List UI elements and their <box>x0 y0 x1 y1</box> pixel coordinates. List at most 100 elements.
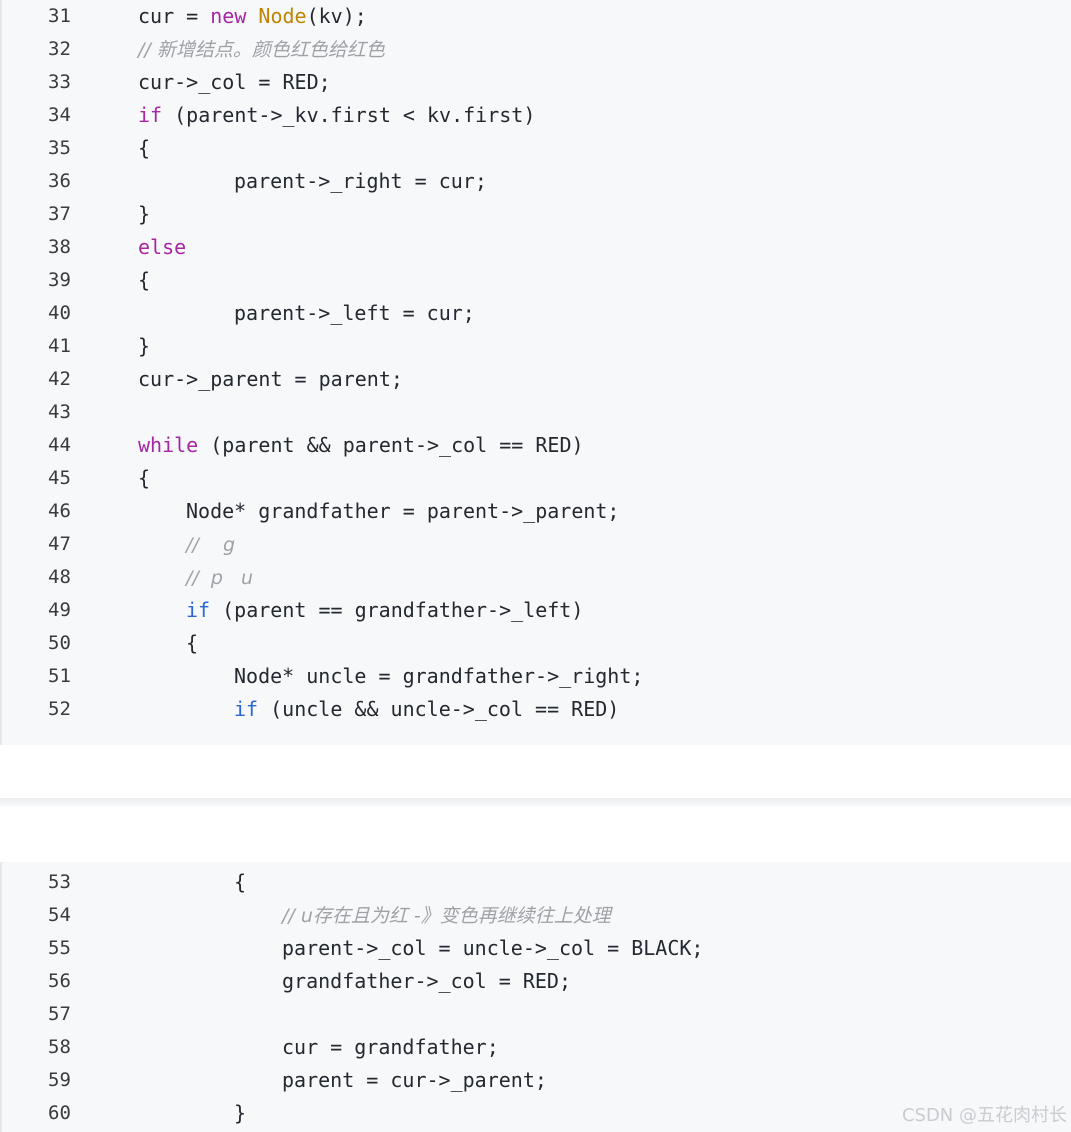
code-line: 57 <box>2 997 1071 1030</box>
code-line: 49 if (parent == grandfather->_left) <box>2 593 1071 626</box>
code-line: 39 { <box>2 263 1071 296</box>
code-token: cur->_parent = parent; <box>138 366 403 391</box>
line-number: 36 <box>48 169 71 192</box>
code-line: 33 cur->_col = RED; <box>2 65 1071 98</box>
line-number: 43 <box>48 400 71 423</box>
code-token: parent = cur->_parent; <box>282 1067 547 1092</box>
code-text: else <box>138 235 186 259</box>
code-keyword: new <box>210 3 259 28</box>
code-line: 50 { <box>2 626 1071 659</box>
code-keyword: while <box>138 432 199 457</box>
line-number: 38 <box>48 235 71 258</box>
code-line: 55 parent->_col = uncle->_col = BLACK; <box>2 931 1071 964</box>
code-token: (parent == grandfather->_left) <box>210 597 584 622</box>
code-line: 58 cur = grandfather; <box>2 1030 1071 1063</box>
line-number: 42 <box>48 367 71 390</box>
line-number: 33 <box>48 70 71 93</box>
line-number: 44 <box>48 433 71 456</box>
code-line: 34 if (parent->_kv.first < kv.first) <box>2 98 1071 131</box>
code-token: { <box>138 465 151 490</box>
line-number: 60 <box>48 1101 71 1124</box>
line-number: 57 <box>48 1002 71 1025</box>
code-text: cur = new Node(kv); <box>138 4 367 28</box>
line-number: 59 <box>48 1068 71 1091</box>
code-line: 36 parent->_right = cur; <box>2 164 1071 197</box>
line-number: 49 <box>48 598 71 621</box>
code-text: } <box>234 1101 246 1125</box>
code-text: cur->_parent = parent; <box>138 367 403 391</box>
code-token: Node* uncle = grandfather->_right; <box>234 663 644 688</box>
code-token: Node* grandfather = parent->_parent; <box>186 498 620 523</box>
code-token: { <box>186 630 199 655</box>
code-keyword: Node <box>258 3 307 28</box>
code-block-1: 31 cur = new Node(kv); 32 // 新增结点。颜色红色给红色 33… <box>0 0 1071 745</box>
code-line: 45 { <box>2 461 1071 494</box>
code-line: 44 while (parent && parent->_col == RED) <box>2 428 1071 461</box>
code-text: cur = grandfather; <box>282 1035 499 1059</box>
code-text: { <box>138 136 150 160</box>
code-text: parent->_left = cur; <box>234 301 475 325</box>
code-line: 38 else <box>2 230 1071 263</box>
code-line: 52 if (uncle && uncle->_col == RED) <box>2 692 1071 725</box>
code-block-2: 53 {54 // u存在且为红 -》变色再继续往上处理 55 parent->_col… <box>0 862 1071 1132</box>
code-text: Node* grandfather = parent->_parent; <box>186 499 619 523</box>
code-line: 56 grandfather->_col = RED; <box>2 964 1071 997</box>
code-line: 46 Node* grandfather = parent->_parent; <box>2 494 1071 527</box>
code-token: (parent && parent->_col == RED) <box>198 432 584 457</box>
code-text: // p u <box>186 565 253 589</box>
line-number: 48 <box>48 565 71 588</box>
line-number: 39 <box>48 268 71 291</box>
code-text: { <box>138 466 150 490</box>
code-line: 40 parent->_left = cur; <box>2 296 1071 329</box>
code-line: 43 <box>2 395 1071 428</box>
code-text: parent->_right = cur; <box>234 169 487 193</box>
code-keyword: if <box>186 597 211 622</box>
line-number: 47 <box>48 532 71 555</box>
code-text: { <box>138 268 150 292</box>
code-text: cur->_col = RED; <box>138 70 331 94</box>
line-number: 51 <box>48 664 71 687</box>
code-text: if (parent->_kv.first < kv.first) <box>138 103 535 127</box>
code-token: parent->_right = cur; <box>234 168 487 193</box>
code-token: } <box>234 1100 247 1125</box>
line-number: 34 <box>48 103 71 126</box>
code-token: } <box>138 333 151 358</box>
line-number: 41 <box>48 334 71 357</box>
code-text: Node* uncle = grandfather->_right; <box>234 664 643 688</box>
code-line: 48 // p u <box>2 560 1071 593</box>
code-text: grandfather->_col = RED; <box>282 969 571 993</box>
code-token: parent->_left = cur; <box>234 300 475 325</box>
code-keyword: else <box>138 234 187 259</box>
code-line: 53 { <box>2 865 1071 898</box>
code-line: 54 // u存在且为红 -》变色再继续往上处理 <box>2 898 1071 931</box>
code-line: 32 // 新增结点。颜色红色给红色 <box>2 32 1071 65</box>
code-text: { <box>234 870 246 894</box>
code-line: 35 { <box>2 131 1071 164</box>
line-number: 58 <box>48 1035 71 1058</box>
code-text: // u存在且为红 -》变色再继续往上处理 <box>282 901 611 928</box>
code-line: 31 cur = new Node(kv); <box>2 0 1071 32</box>
code-token: { <box>138 135 151 160</box>
line-number: 55 <box>48 936 71 959</box>
code-comment: // u存在且为红 -》变色再继续往上处理 <box>282 905 611 927</box>
code-text: } <box>138 334 150 358</box>
line-number: 50 <box>48 631 71 654</box>
code-keyword: if <box>234 696 259 721</box>
code-line: 37} <box>2 197 1071 230</box>
watermark: CSDN @五花肉村长 <box>901 1105 1067 1126</box>
line-number: 54 <box>48 903 71 926</box>
code-token: { <box>234 869 247 894</box>
code-token: parent->_col = uncle->_col = BLACK; <box>282 935 704 960</box>
code-token: cur = grandfather; <box>282 1034 499 1059</box>
code-token: (parent->_kv.first < kv.first) <box>162 102 536 127</box>
code-text: } <box>138 202 150 226</box>
code-keyword: if <box>138 102 163 127</box>
code-line: 41} <box>2 329 1071 362</box>
code-line: 42 cur->_parent = parent; <box>2 362 1071 395</box>
code-line: 59 parent = cur->_parent; <box>2 1063 1071 1096</box>
code-text: { <box>186 631 198 655</box>
line-number: 53 <box>48 870 71 893</box>
code-token: cur = <box>138 3 211 28</box>
code-text: // g <box>186 532 235 556</box>
code-comment: // g <box>186 533 236 556</box>
